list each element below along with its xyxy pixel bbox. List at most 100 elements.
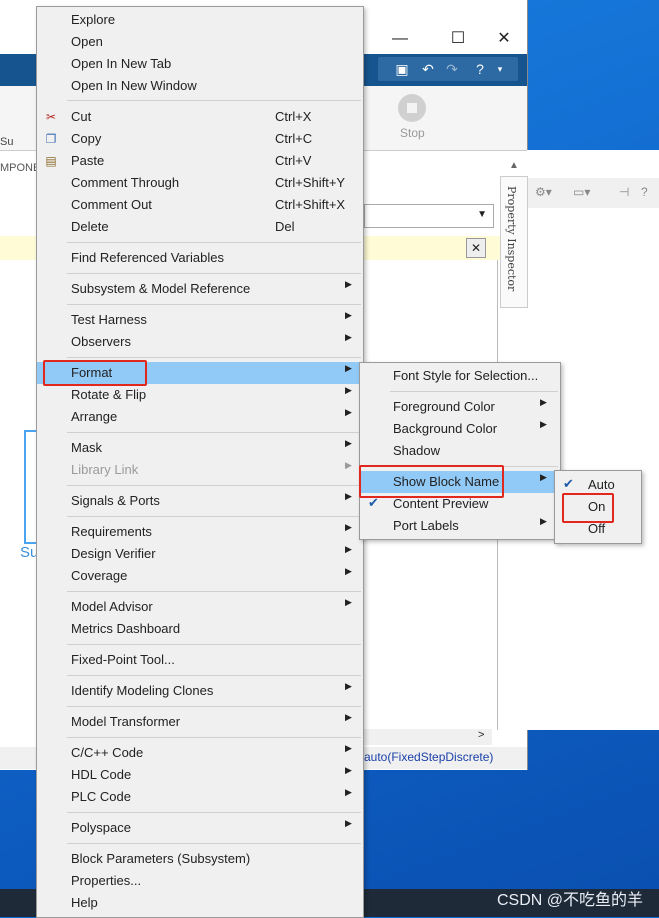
menu-item-cut[interactable]: ✂ Cut Ctrl+X [37,106,363,128]
menu-separator [67,432,361,433]
menu-item-plc-code[interactable]: PLC Code ▶ [37,786,363,808]
menu-item-copy[interactable]: ❐ Copy Ctrl+C [37,128,363,150]
submenu-item-font-style[interactable]: Font Style for Selection... [360,365,560,387]
stop-label[interactable]: Stop [400,126,425,140]
menu-item-open[interactable]: Open [37,31,363,53]
menu-separator [67,706,361,707]
chevron-down-icon[interactable]: ▾ [490,59,510,79]
submenu-arrow-icon: ▶ [540,472,547,482]
submenu-arrow-icon: ▶ [540,516,547,526]
folder-icon[interactable]: ▭▾ [573,185,590,199]
menu-item-requirements[interactable]: Requirements ▶ [37,521,363,543]
stop-icon[interactable] [398,94,426,122]
submenu-arrow-icon: ▶ [345,279,352,289]
menu-item-open-new-tab[interactable]: Open In New Tab [37,53,363,75]
scroll-right-icon[interactable]: > [478,729,484,741]
menu-item-coverage[interactable]: Coverage ▶ [37,565,363,587]
model-browser-combo[interactable]: ▼ [364,204,494,228]
submenu-item-foreground-color[interactable]: Foreground Color ▶ [360,396,560,418]
menu-item-arrange[interactable]: Arrange ▶ [37,406,363,428]
menu-item-delete[interactable]: Delete Del [37,216,363,238]
menu-item-open-new-window[interactable]: Open In New Window [37,75,363,97]
menu-separator [67,675,361,676]
property-inspector-label: Property Inspector [505,186,518,292]
quick-access-toolbar: ▣ ↶ ↷ ? ▾ [378,57,518,81]
minimize-button[interactable]: — [385,27,415,51]
menu-separator [67,843,361,844]
menu-item-properties[interactable]: Properties... [37,870,363,892]
menu-item-subsystem-model-reference[interactable]: Subsystem & Model Reference ▶ [37,278,363,300]
menu-item-c-cpp-code[interactable]: C/C++ Code ▶ [37,742,363,764]
redo-icon[interactable]: ↷ [442,59,462,79]
ribbon-section-fragment: MPONE [0,162,41,174]
annotation-box-show-block-name [359,465,504,498]
menu-item-block-parameters[interactable]: Block Parameters (Subsystem) [37,848,363,870]
menu-separator [67,516,361,517]
menu-item-comment-through[interactable]: Comment Through Ctrl+Shift+Y [37,172,363,194]
ribbon-fragment: Su [0,136,14,148]
menu-item-hdl-code[interactable]: HDL Code ▶ [37,764,363,786]
menu-item-model-advisor[interactable]: Model Advisor ▶ [37,596,363,618]
menu-separator [67,100,361,101]
menu-item-polyspace[interactable]: Polyspace ▶ [37,817,363,839]
help-icon[interactable]: ? [641,185,648,199]
submenu-arrow-icon: ▶ [345,332,352,342]
paste-icon: ▤ [45,154,57,168]
menu-item-test-harness[interactable]: Test Harness ▶ [37,309,363,331]
settings-icon[interactable]: ⚙▾ [535,185,552,199]
menu-item-mask[interactable]: Mask ▶ [37,437,363,459]
submenu-arrow-icon: ▶ [345,818,352,828]
submenu-arrow-icon: ▶ [540,419,547,429]
secondary-toolbar: ⚙▾ ▭▾ ⊣ ? [527,178,659,208]
submenu-arrow-icon: ▶ [345,310,352,320]
menu-separator [390,391,558,392]
menu-item-identify-modeling-clones[interactable]: Identify Modeling Clones ▶ [37,680,363,702]
menu-item-metrics-dashboard[interactable]: Metrics Dashboard [37,618,363,640]
submenu-arrow-icon: ▶ [345,407,352,417]
submenu-arrow-icon: ▶ [345,491,352,501]
collapse-icon[interactable]: ▲ [509,160,519,171]
submenu-arrow-icon: ▶ [345,566,352,576]
menu-item-model-transformer[interactable]: Model Transformer ▶ [37,711,363,733]
menu-item-help[interactable]: Help [37,892,363,914]
close-button[interactable]: ✕ [489,27,519,51]
menu-separator [67,304,361,305]
pin-icon[interactable]: ⊣ [619,185,629,199]
submenu-item-port-labels[interactable]: Port Labels ▶ [360,515,560,537]
menu-item-find-referenced-variables[interactable]: Find Referenced Variables [37,247,363,269]
menu-item-fixed-point-tool[interactable]: Fixed-Point Tool... [37,649,363,671]
menu-item-signals-ports[interactable]: Signals & Ports ▶ [37,490,363,512]
submenu-arrow-icon: ▶ [345,438,352,448]
menu-item-rotate-flip[interactable]: Rotate & Flip ▶ [37,384,363,406]
save-icon[interactable]: ▣ [392,59,412,79]
horizontal-scrollbar[interactable] [364,729,492,745]
menu-separator [67,591,361,592]
menu-item-comment-out[interactable]: Comment Out Ctrl+Shift+X [37,194,363,216]
undo-icon[interactable]: ↶ [418,59,438,79]
watermark: CSDN @不吃鱼的羊 [496,892,643,909]
checkmark-icon: ✔ [563,476,574,491]
submenu-arrow-icon: ▶ [345,460,352,470]
copy-icon: ❐ [45,132,57,146]
menu-item-explore[interactable]: Explore [37,9,363,31]
solver-status[interactable]: auto(FixedStepDiscrete) [364,750,493,764]
menu-item-observers[interactable]: Observers ▶ [37,331,363,353]
submenu-arrow-icon: ▶ [345,522,352,532]
menu-separator [67,273,361,274]
scissors-icon: ✂ [45,110,57,124]
submenu-arrow-icon: ▶ [345,743,352,753]
annotation-box-format [43,360,147,386]
menu-item-design-verifier[interactable]: Design Verifier ▶ [37,543,363,565]
menu-separator [67,485,361,486]
menu-item-library-link: Library Link ▶ [71,460,352,477]
maximize-button[interactable]: ☐ [443,27,473,51]
menu-separator [67,737,361,738]
menu-separator [67,242,361,243]
submenu-item-background-color[interactable]: Background Color ▶ [360,418,560,440]
submenu-item-shadow[interactable]: Shadow [360,440,560,462]
submenu-arrow-icon: ▶ [345,363,352,373]
close-notification-button[interactable]: ✕ [466,238,486,258]
help-icon[interactable]: ? [470,59,490,79]
menu-separator [67,812,361,813]
menu-item-paste[interactable]: ▤ Paste Ctrl+V [37,150,363,172]
